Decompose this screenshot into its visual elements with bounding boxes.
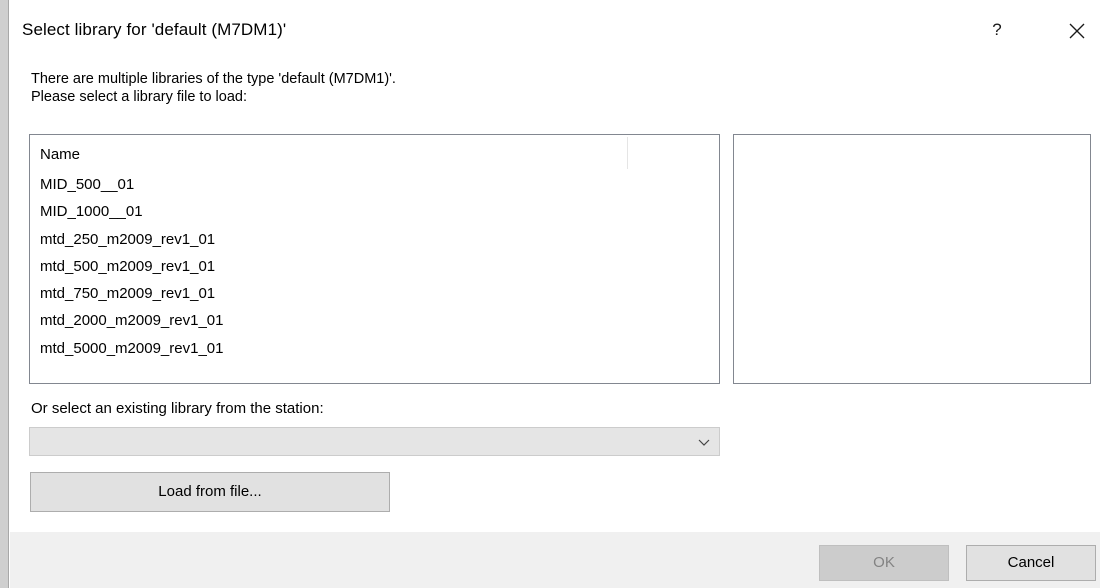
list-item[interactable]: mtd_5000_m2009_rev1_01 [30,335,719,362]
list-item[interactable]: mtd_500_m2009_rev1_01 [30,253,719,280]
column-divider[interactable] [627,137,628,169]
intro-line-2: Please select a library file to load: [31,89,247,105]
window-left-edge [0,0,9,588]
library-preview-panel [733,134,1091,384]
list-item[interactable]: MID_500__01 [30,171,719,198]
intro-text: There are multiple libraries of the type… [31,70,396,106]
ok-button[interactable]: OK [819,545,949,581]
list-rows: MID_500__01 MID_1000__01 mtd_250_m2009_r… [30,171,719,362]
select-library-dialog: Select library for 'default (M7DM1)' ? T… [0,0,1100,588]
library-list[interactable]: Name MID_500__01 MID_1000__01 mtd_250_m2… [29,134,720,384]
list-item[interactable]: MID_1000__01 [30,198,719,225]
station-library-select[interactable] [29,427,720,456]
cancel-button[interactable]: Cancel [966,545,1096,581]
chevron-down-icon [698,439,710,446]
load-from-file-button[interactable]: Load from file... [30,472,390,512]
close-button[interactable] [1062,16,1092,46]
list-item[interactable]: mtd_250_m2009_rev1_01 [30,226,719,253]
list-item[interactable]: mtd_2000_m2009_rev1_01 [30,307,719,334]
list-header: Name [30,135,719,171]
station-library-label: Or select an existing library from the s… [31,400,324,417]
intro-line-1: There are multiple libraries of the type… [31,71,396,87]
help-button[interactable]: ? [982,14,1012,46]
column-header-name[interactable]: Name [40,146,80,163]
dialog-title: Select library for 'default (M7DM1)' [22,20,287,39]
list-item[interactable]: mtd_750_m2009_rev1_01 [30,280,719,307]
close-icon [1069,23,1085,39]
